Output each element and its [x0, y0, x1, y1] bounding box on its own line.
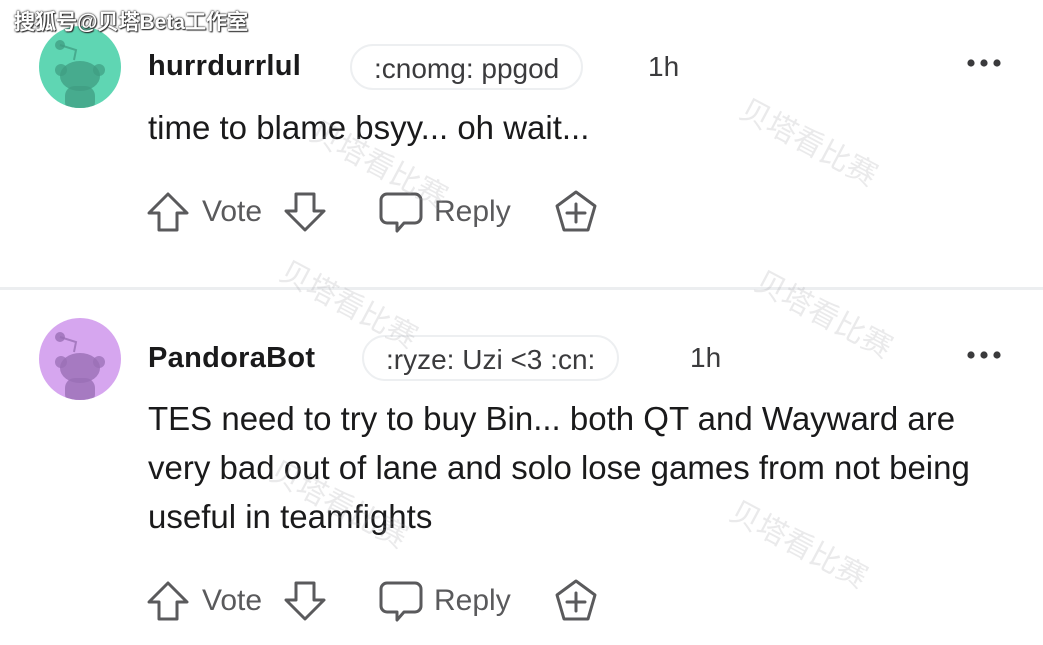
- more-options-button[interactable]: [966, 57, 1002, 69]
- user-flair: :ryze: Uzi <3 :cn:: [362, 335, 620, 381]
- upvote-arrow-icon[interactable]: [146, 580, 190, 622]
- comment-hurrdurrlul: hurrdurrlul :cnomg: ppgod 1h time to bla…: [0, 0, 1043, 288]
- username[interactable]: PandoraBot: [148, 342, 315, 375]
- downvote-arrow-icon[interactable]: [283, 580, 327, 622]
- timestamp: 1h: [690, 342, 722, 373]
- reply-button[interactable]: Reply: [378, 187, 528, 237]
- username[interactable]: hurrdurrlul: [148, 50, 301, 83]
- source-watermark: 搜狐号@贝塔Beta工作室: [14, 11, 248, 34]
- reply-button[interactable]: Reply: [378, 576, 528, 626]
- avatar[interactable]: [39, 318, 121, 400]
- award-plus-icon[interactable]: [553, 189, 599, 235]
- reply-bubble-icon: [379, 581, 423, 622]
- comment-pandorabot: PandoraBot :ryze: Uzi <3 :cn: 1h TES nee…: [0, 290, 1043, 645]
- vote-label: Vote: [202, 195, 263, 228]
- comment-body: TES need to try to buy Bin... both QT an…: [148, 400, 970, 535]
- comment-body: time to blame bsyy... oh wait...: [148, 109, 590, 146]
- downvote-arrow-icon[interactable]: [283, 191, 327, 233]
- upvote-arrow-icon[interactable]: [146, 191, 190, 233]
- comment-actions: Vote Reply: [146, 187, 616, 237]
- more-options-button[interactable]: [966, 349, 1002, 361]
- reply-label: Reply: [434, 584, 511, 617]
- user-flair: :cnomg: ppgod: [350, 44, 584, 90]
- avatar[interactable]: [39, 26, 121, 108]
- comment-actions: Vote Reply: [146, 576, 616, 626]
- more-options-icon: [967, 59, 1001, 67]
- timestamp: 1h: [648, 51, 680, 82]
- reply-label: Reply: [434, 195, 511, 228]
- award-plus-icon[interactable]: [553, 578, 599, 624]
- snoo-avatar-icon: [39, 26, 121, 108]
- reply-bubble-icon: [379, 192, 423, 233]
- vote-label: Vote: [202, 584, 263, 617]
- more-options-icon: [967, 351, 1001, 359]
- snoo-avatar-icon: [39, 318, 121, 400]
